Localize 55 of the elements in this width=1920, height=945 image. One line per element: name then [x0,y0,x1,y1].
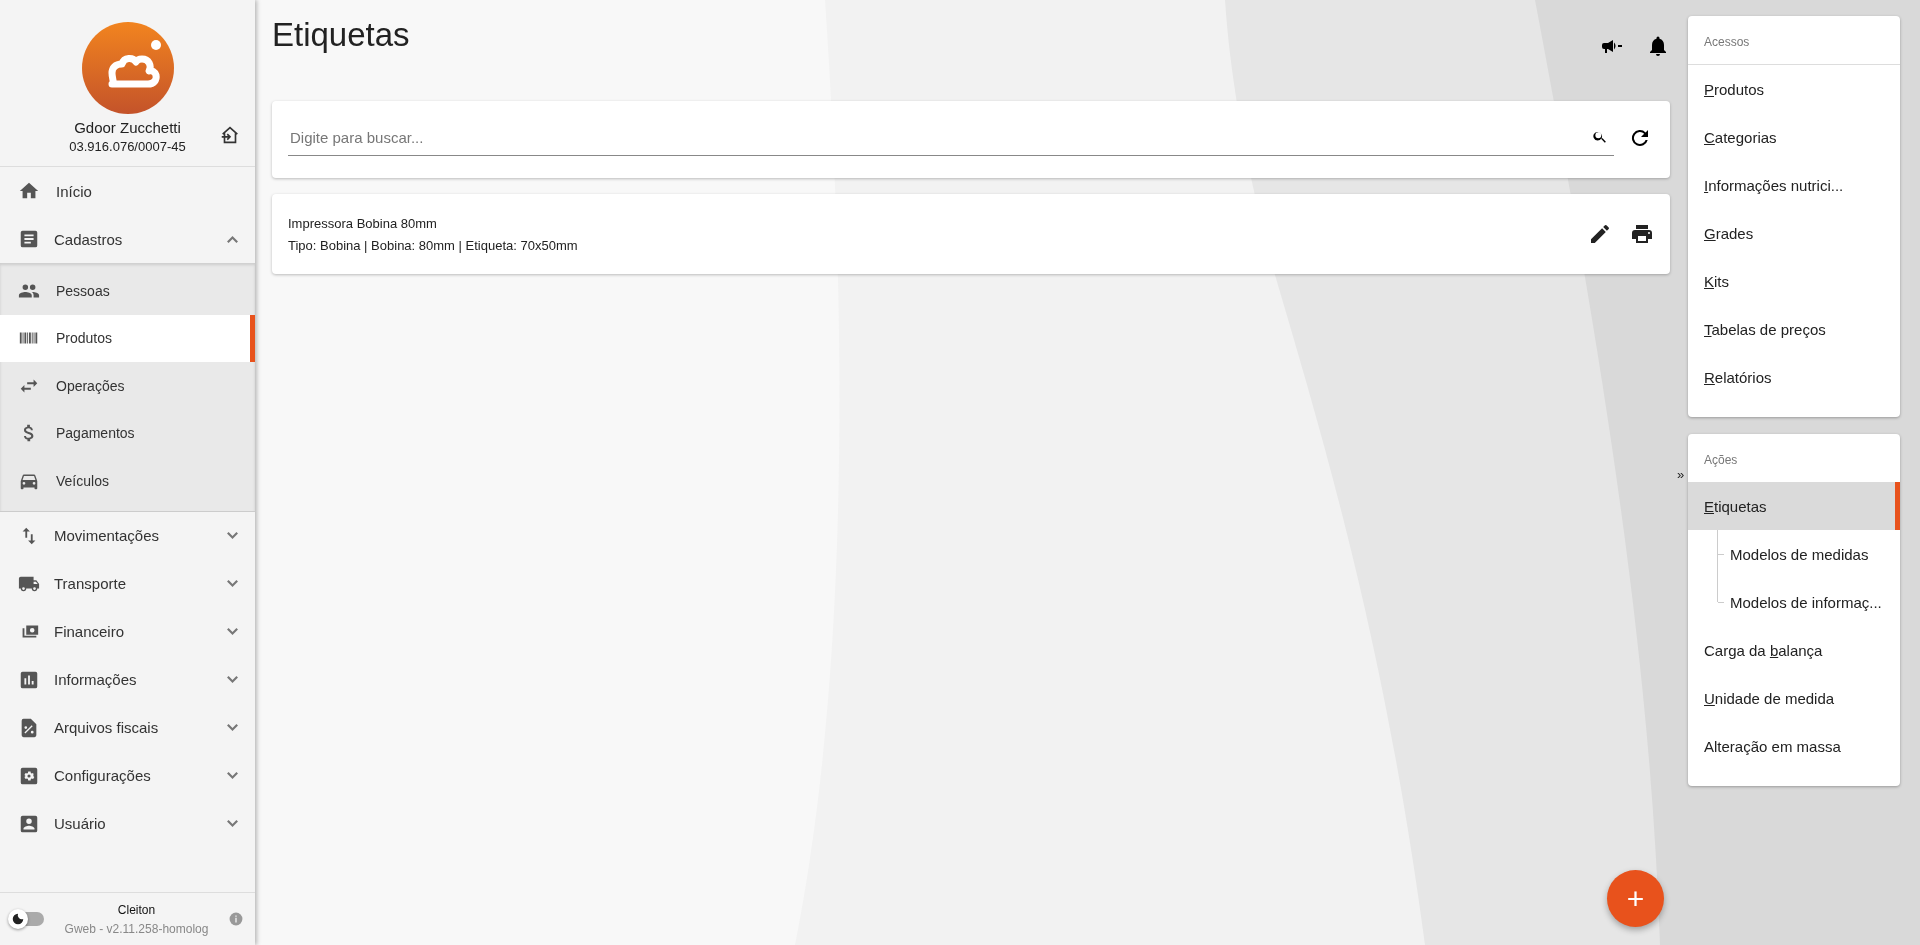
nav-item[interactable]: Pessoas [0,267,255,315]
label-title: Impressora Bobina 80mm [288,215,438,231]
nav-item[interactable]: Pagamentos [0,409,255,457]
theme-toggle[interactable] [10,912,44,926]
section-heading: Ações [1703,452,1739,469]
panel-link[interactable]: Unidade de medida [1688,674,1900,722]
chevron-down-icon [227,628,238,635]
nav-group[interactable]: Usuário [0,799,255,848]
company-document: 03.916.076/0007-45 [69,139,186,154]
printer-icon[interactable] [1630,222,1654,246]
panel-link[interactable]: Relatórios [1688,353,1900,401]
chevron-up-icon [227,235,238,243]
chevron-down-icon [227,532,238,539]
panel-link[interactable]: Produtos [1688,65,1900,113]
nav-group[interactable]: Cadastros [0,215,255,263]
panel-link[interactable]: Grades [1688,209,1900,257]
cloud-logo-icon [81,22,174,114]
nav-group[interactable]: Transporte [0,559,255,608]
panel-link[interactable]: Categorias [1688,113,1900,161]
panel-link[interactable]: Informações nutrici... [1688,161,1900,209]
label-details: Tipo: Bobina | Bobina: 80mm | Etiqueta: 70x50mm [288,237,579,253]
chevron-down-icon [227,676,238,683]
search-icon[interactable] [1592,129,1608,145]
nav-group[interactable]: Arquivos fiscais [0,703,255,752]
chevron-down-icon [227,772,238,779]
nav-item[interactable]: Operações [0,362,255,410]
moon-icon [11,912,25,926]
panel-link[interactable]: Tabelas de preços [1688,305,1900,353]
page-title: Etiquetas [272,16,410,54]
search-bar[interactable]: Digite para buscar... [272,101,1670,178]
version-text: Gweb - v2.11.258-homolog [63,921,210,936]
panel-link[interactable]: Alteração em massa [1688,722,1900,770]
panel-link[interactable]: Etiquetas [1688,482,1900,530]
panel-link[interactable]: Carga da balança [1688,626,1900,674]
collapse-toggle[interactable]: » [1677,467,1685,482]
nav-item[interactable]: Produtos [0,314,255,362]
nav-item[interactable]: Veículos [0,457,255,505]
panel-sublink[interactable]: Modelos de informaç... [1730,593,1882,611]
nav-item[interactable]: Início [0,167,255,215]
panel-link[interactable]: Kits [1688,257,1900,305]
chevron-down-icon [227,724,238,731]
switch-company-icon[interactable] [219,124,241,146]
chevron-down-icon [227,820,238,827]
nav-group[interactable]: Movimentações [0,511,255,560]
nav-group[interactable]: Financeiro [0,607,255,656]
company-name: Gdoor Zucchetti [74,119,181,136]
chevron-down-icon [227,580,238,587]
nav-group[interactable]: Informações [0,655,255,704]
info-icon[interactable] [229,912,243,926]
panel-sublink[interactable]: Modelos de medidas [1730,545,1869,563]
pencil-icon[interactable] [1588,222,1612,246]
document-icon [18,228,40,250]
section-heading: Acessos [1688,16,1900,65]
nav-group[interactable]: Configurações [0,751,255,800]
user-name: Cleiton [116,902,157,917]
